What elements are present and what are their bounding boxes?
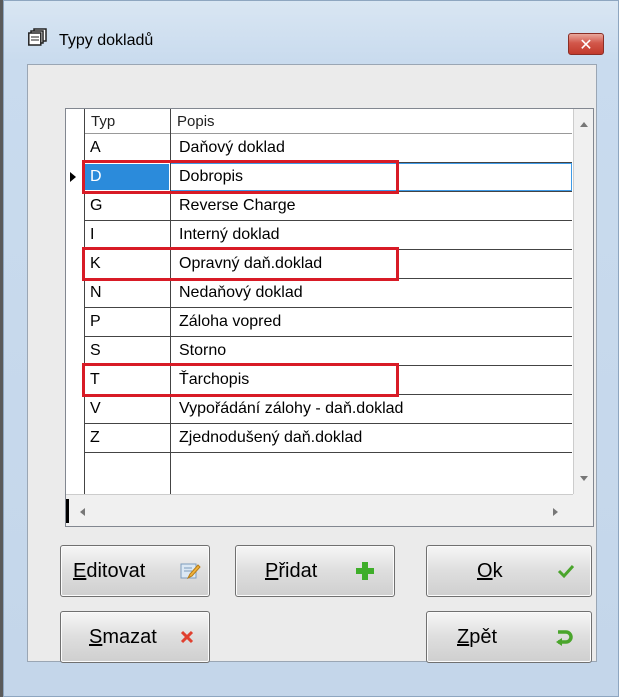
cell-popis[interactable]: Zjednodušený daň.doklad — [179, 429, 362, 447]
column-header-typ[interactable]: Typ — [91, 113, 115, 130]
cell-popis[interactable]: Reverse Charge — [179, 197, 296, 215]
scroll-left-icon[interactable] — [80, 508, 85, 516]
delete-button[interactable]: Smazat — [60, 611, 210, 663]
table-row[interactable]: N Nedaňový doklad — [84, 279, 572, 308]
red-highlight-box — [82, 160, 399, 194]
back-button[interactable]: Zpět — [426, 611, 592, 663]
scrollbar-corner — [573, 494, 593, 526]
window-title: Typy dokladů — [59, 32, 154, 49]
cell-typ[interactable]: Z — [90, 429, 100, 447]
dialog-window: Typy dokladů ✕ Typ Popis A Daňový doklad D… — [3, 0, 619, 697]
cell-typ[interactable]: N — [90, 284, 102, 302]
close-icon: ✕ — [579, 35, 593, 54]
red-highlight-box — [82, 247, 399, 281]
empty-row — [84, 453, 572, 482]
close-button[interactable]: ✕ — [568, 33, 604, 55]
title-bar[interactable]: Typy dokladů ✕ — [4, 1, 618, 55]
ok-accel: O — [477, 560, 493, 582]
back-accel: Z — [457, 626, 470, 648]
delete-label: mazat — [102, 626, 157, 648]
edit-icon — [180, 563, 201, 580]
table-row[interactable]: G Reverse Charge — [84, 192, 572, 221]
scroll-down-icon[interactable] — [580, 476, 588, 481]
add-button[interactable]: Přidat — [235, 545, 395, 597]
table-row[interactable]: P Záloha vopred — [84, 308, 572, 337]
dialog-client-area: Typ Popis A Daňový doklad D Dobropis G Revers… — [27, 64, 597, 663]
edit-button[interactable]: Editovat — [60, 545, 210, 597]
cell-popis[interactable]: Nedaňový doklad — [179, 284, 303, 302]
red-highlight-box — [82, 363, 399, 397]
undo-icon — [556, 630, 573, 646]
table-row[interactable]: I Interný doklad — [84, 221, 572, 250]
table-row[interactable]: Z Zjednodušený daň.doklad — [84, 424, 572, 453]
cell-popis[interactable]: Storno — [179, 342, 226, 360]
plus-icon — [356, 562, 374, 580]
add-accel: P — [265, 560, 279, 582]
scroll-right-icon[interactable] — [553, 508, 558, 516]
delete-accel: S — [89, 626, 103, 648]
cell-popis[interactable]: Daňový doklad — [179, 139, 285, 157]
scrollbar-marker — [66, 499, 69, 523]
ok-label: k — [492, 560, 503, 582]
check-icon — [557, 564, 575, 579]
grid-header: Typ Popis — [84, 109, 572, 134]
documents-icon — [28, 28, 47, 46]
cell-typ[interactable]: P — [90, 313, 101, 331]
ok-button[interactable]: Ok — [426, 545, 592, 597]
cell-popis[interactable]: Záloha vopred — [179, 313, 281, 331]
cell-typ[interactable]: I — [90, 226, 94, 244]
cell-popis[interactable]: Interný doklad — [179, 226, 280, 244]
table-row[interactable]: A Daňový doklad — [84, 134, 572, 163]
cell-typ[interactable]: A — [90, 139, 101, 157]
add-label: řidat — [278, 560, 318, 582]
cell-popis[interactable]: Vypořádání zálohy - daň.doklad — [179, 400, 403, 418]
table-row[interactable]: V Vypořádání zálohy - daň.doklad — [84, 395, 572, 424]
current-row-indicator-icon — [70, 172, 76, 182]
document-types-grid[interactable]: Typ Popis A Daňový doklad D Dobropis G Revers… — [65, 108, 594, 527]
cell-typ[interactable]: V — [90, 400, 101, 418]
edit-label: ditovat — [86, 560, 146, 582]
x-icon — [180, 630, 194, 644]
cell-typ[interactable]: S — [90, 342, 101, 360]
cell-typ[interactable]: G — [90, 197, 102, 215]
vertical-scrollbar[interactable] — [573, 109, 593, 494]
back-label: pět — [469, 626, 498, 648]
edit-accel: E — [73, 560, 87, 582]
scroll-up-icon[interactable] — [580, 122, 588, 127]
table-row[interactable]: S Storno — [84, 337, 572, 366]
column-header-popis[interactable]: Popis — [177, 113, 215, 130]
horizontal-scrollbar[interactable] — [66, 494, 573, 526]
